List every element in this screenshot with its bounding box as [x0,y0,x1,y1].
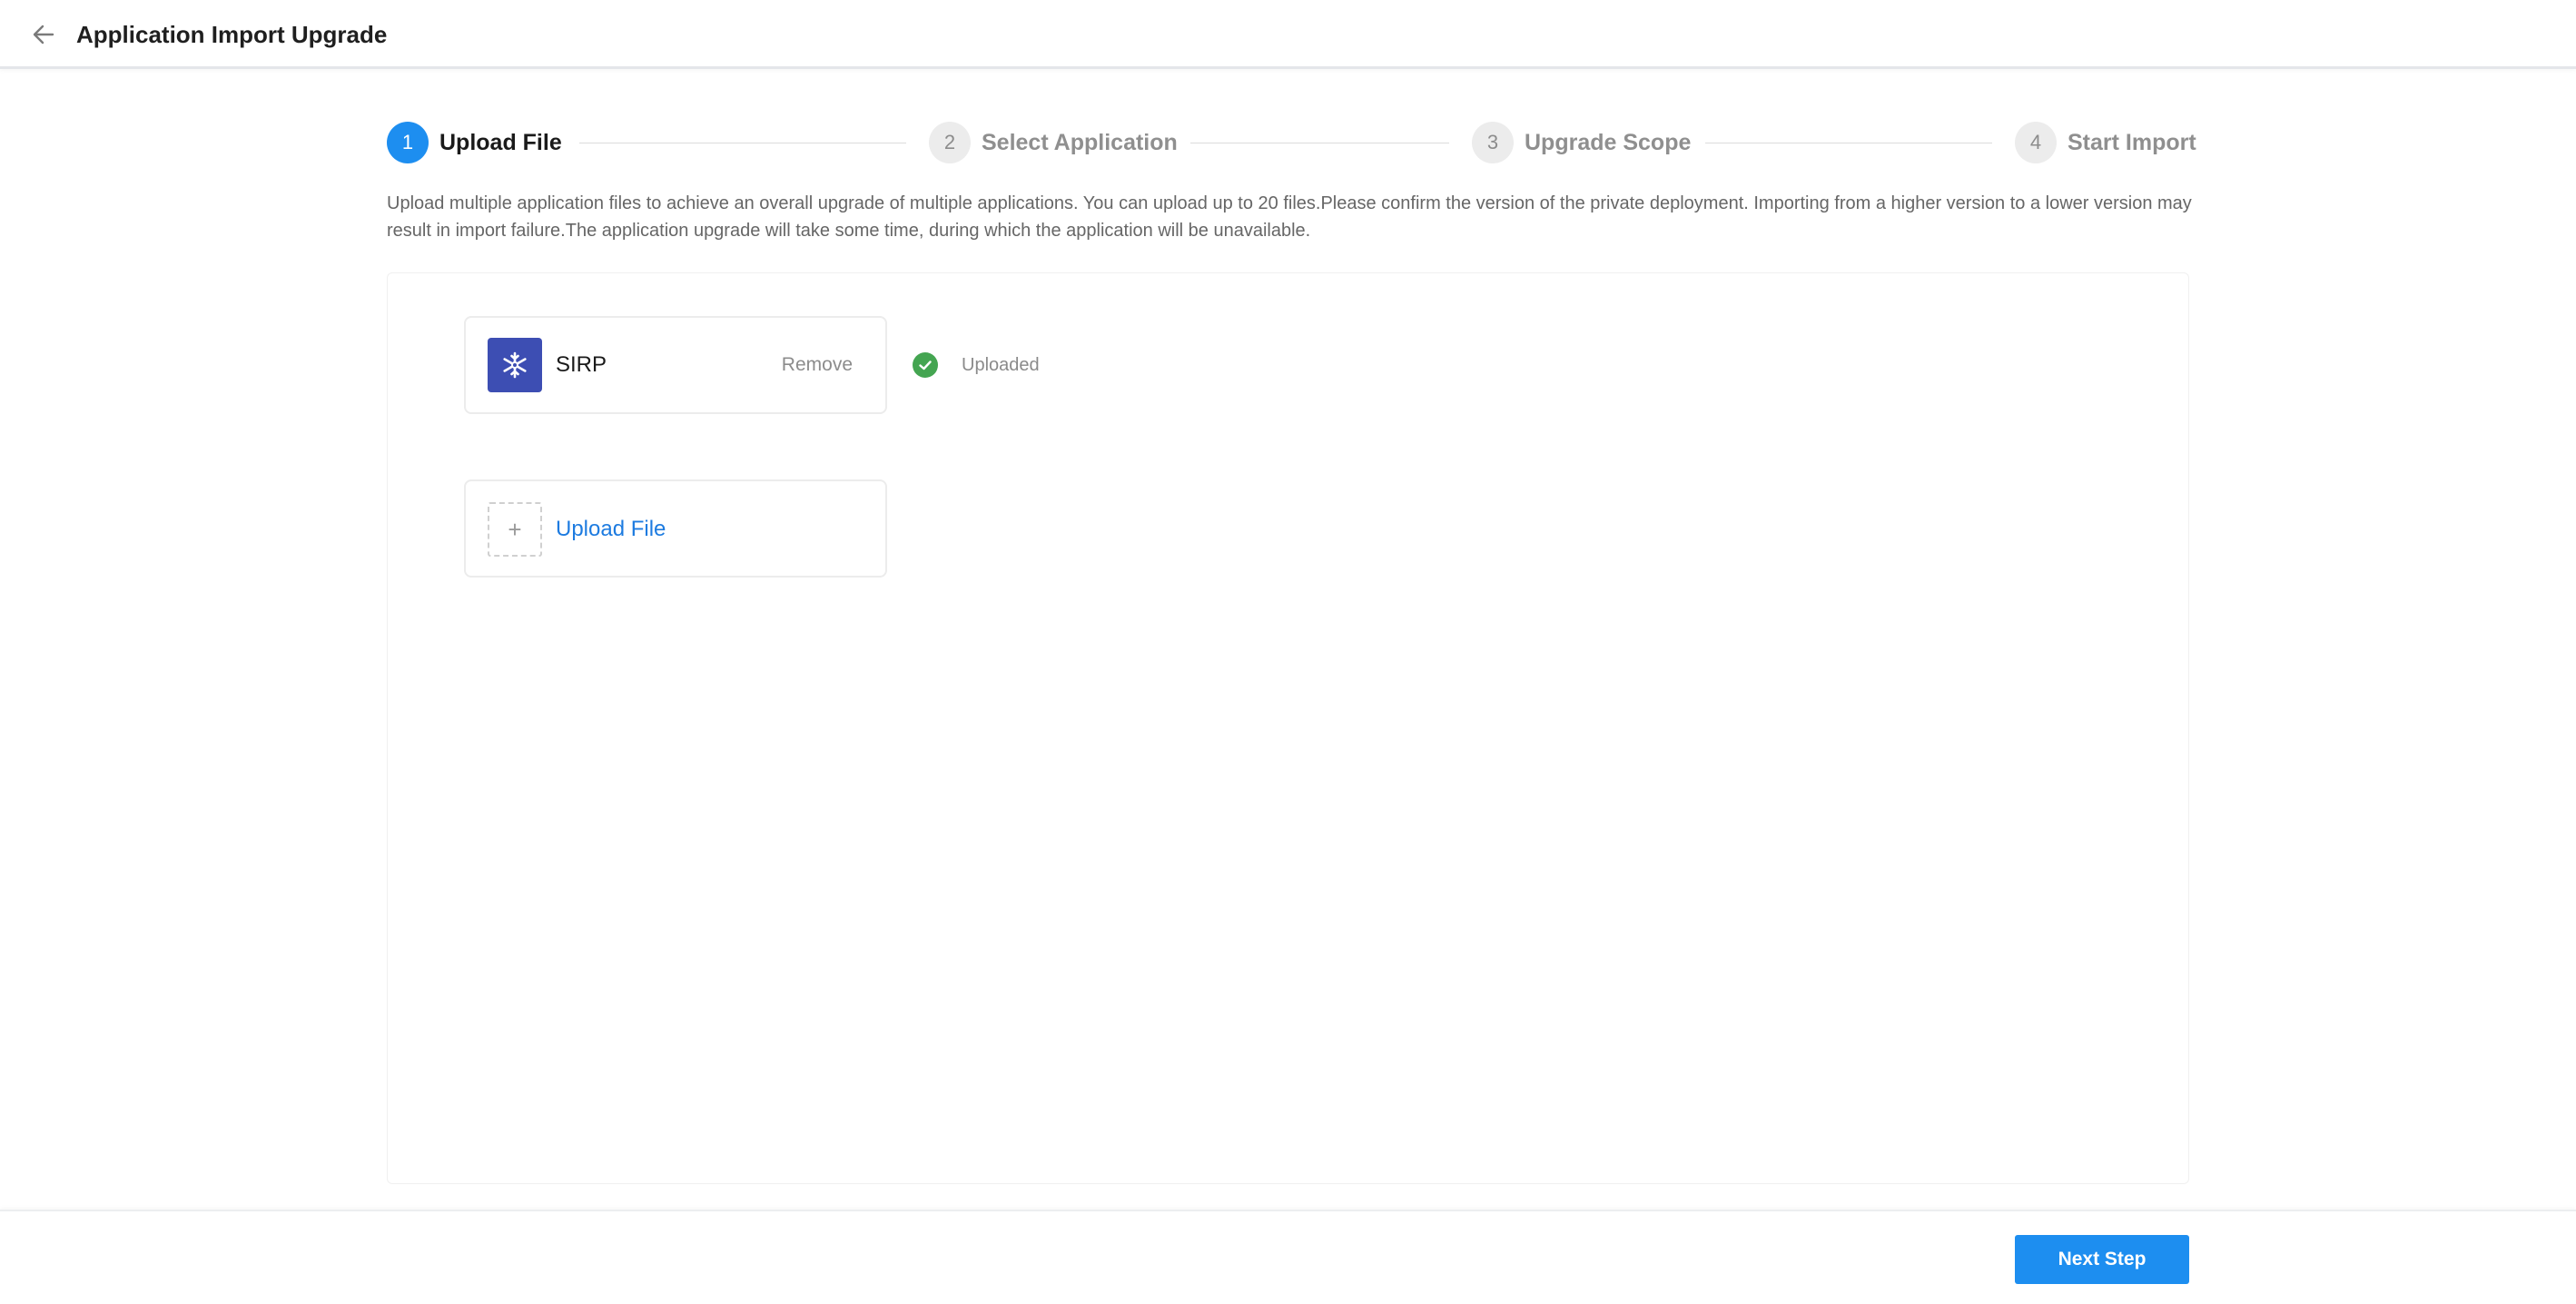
arrow-left-icon [33,25,54,44]
page-footer: Next Step [0,1210,2576,1304]
check-circle-icon [913,352,938,378]
next-step-button[interactable]: Next Step [2015,1235,2189,1284]
step-number: 2 [929,122,971,163]
back-button[interactable] [25,16,62,53]
upload-panel: SIRP Remove Uploaded + Upload File [387,272,2189,1184]
remove-file-button[interactable]: Remove [782,353,853,377]
upload-description: Upload multiple application files to ach… [387,193,2192,241]
upload-file-button[interactable]: + Upload File [464,479,887,578]
step-upgrade-scope: 3 Upgrade Scope [1472,122,1691,163]
file-name: SIRP [556,352,607,377]
step-label: Select Application [982,129,1178,155]
file-card: SIRP Remove [464,316,887,414]
app-icon [488,338,542,392]
snowflake-icon [503,351,527,379]
step-label: Upload File [439,129,562,155]
page-header: Application Import Upgrade [0,0,2576,69]
step-label: Start Import [2068,129,2196,155]
step-progress: 1 Upload File 2 Select Application 3 Upg… [387,122,2196,163]
step-upload-file: 1 Upload File [387,122,562,163]
step-number: 1 [387,122,429,163]
step-label: Upgrade Scope [1525,129,1692,155]
step-number: 4 [2015,122,2057,163]
step-number: 3 [1472,122,1514,163]
upload-status: Uploaded [913,352,1040,378]
page-title: Application Import Upgrade [76,21,388,48]
step-select-application: 2 Select Application [929,122,1178,163]
step-start-import: 4 Start Import [2015,122,2196,163]
plus-icon: + [488,502,542,557]
status-text: Uploaded [962,354,1040,375]
upload-file-label[interactable]: Upload File [556,516,666,543]
